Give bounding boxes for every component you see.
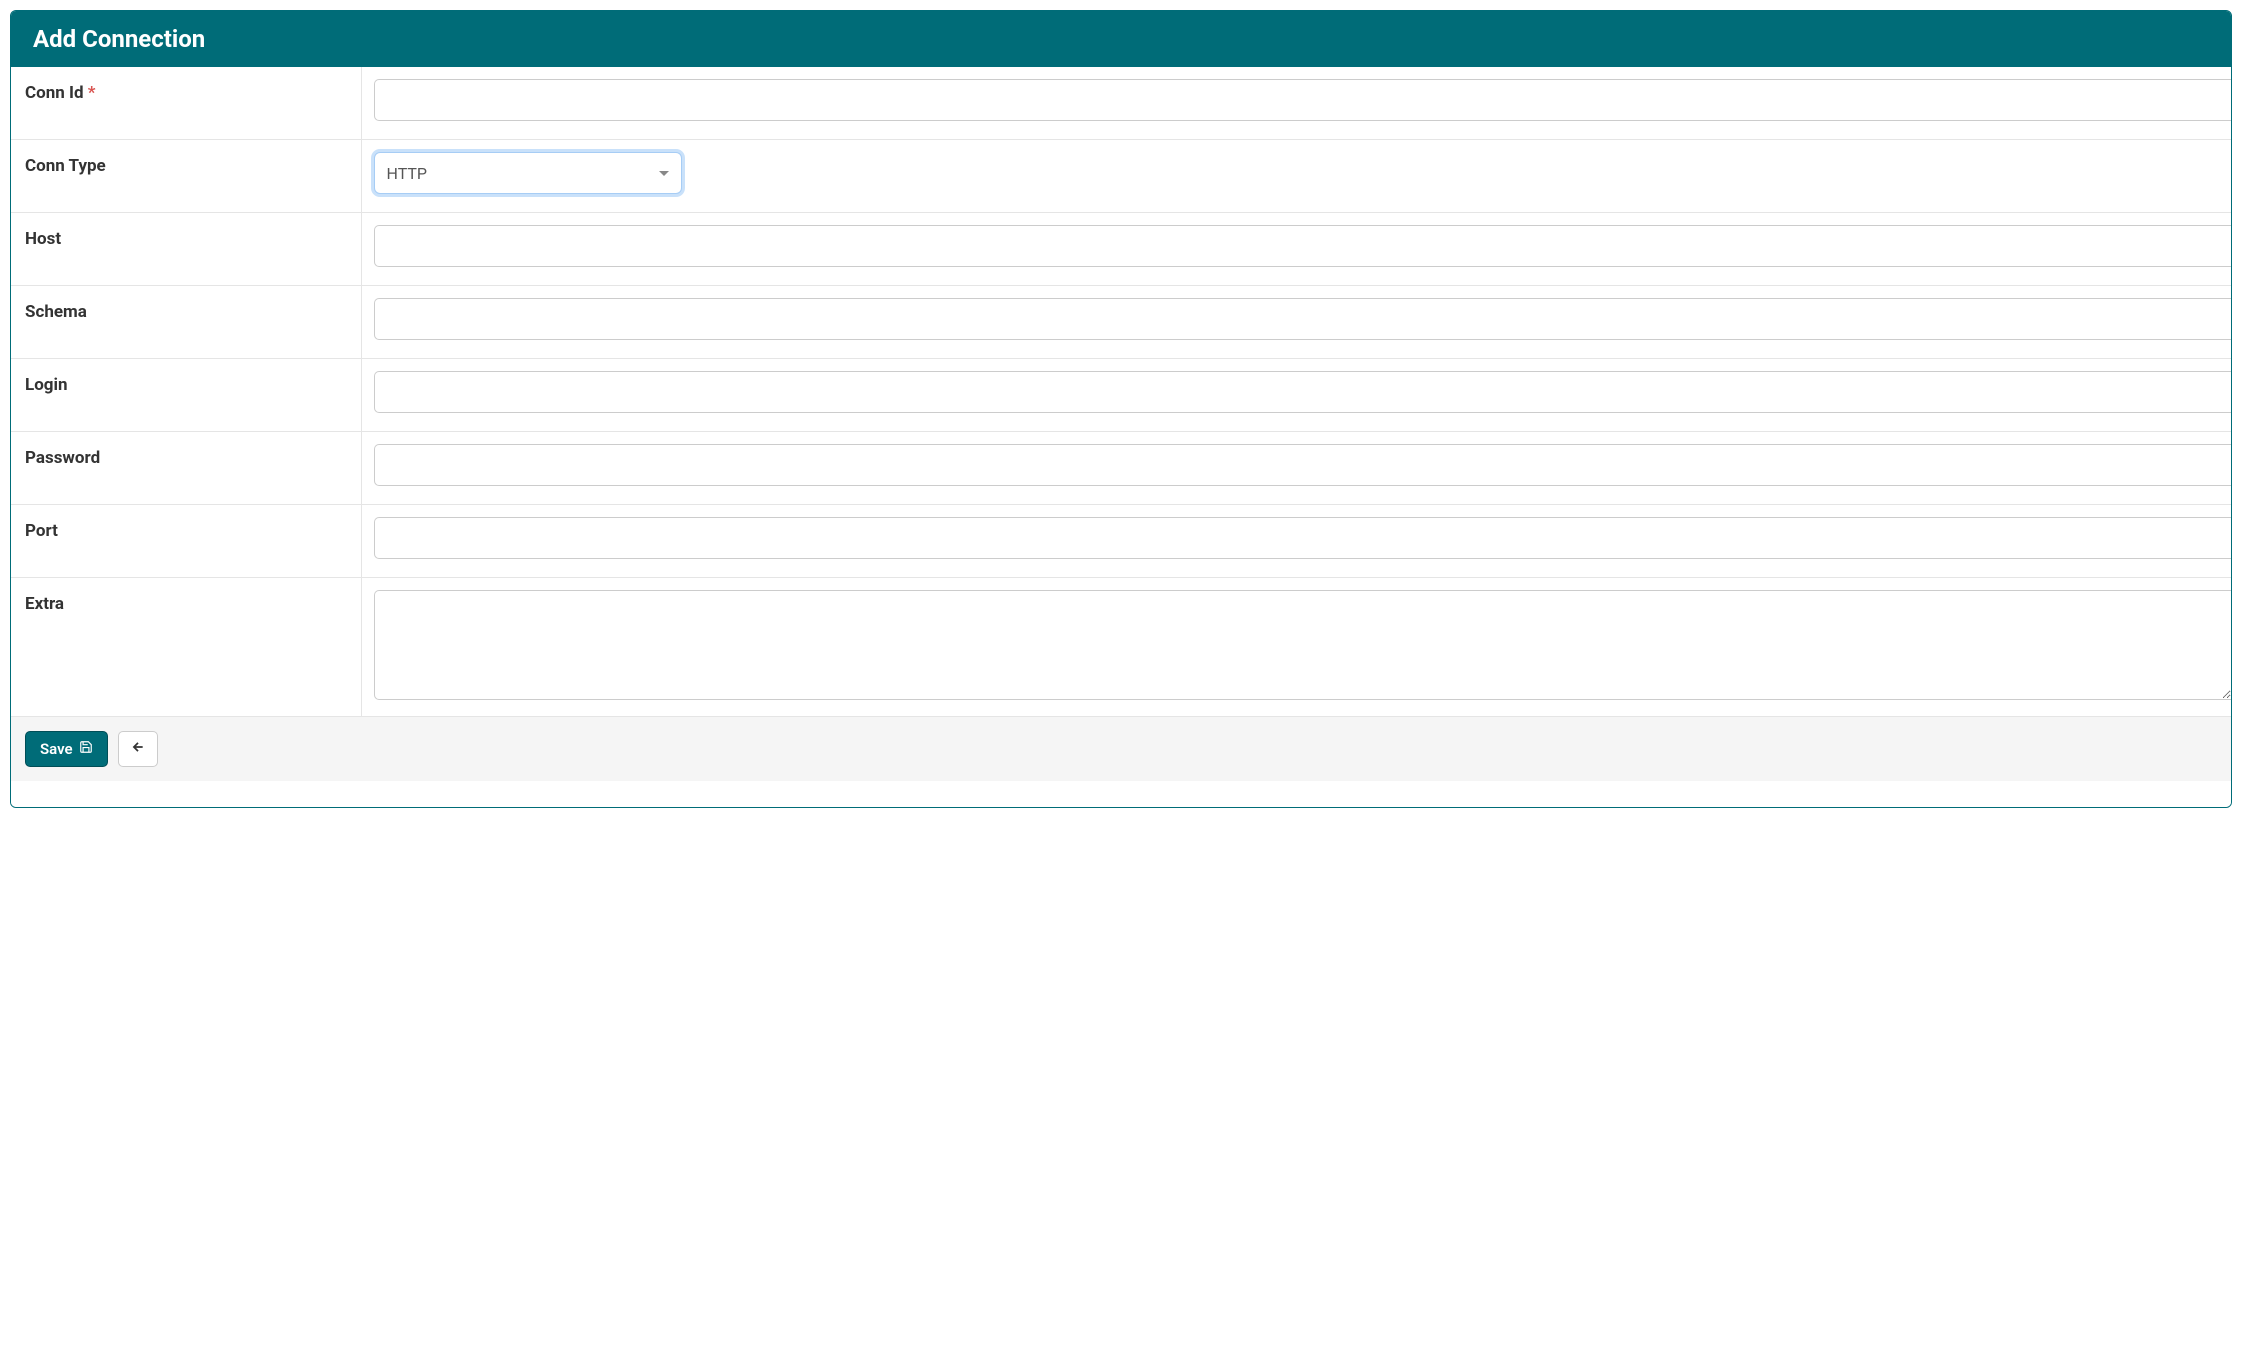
label-conn-id-text: Conn Id	[25, 83, 84, 103]
label-password: Password	[11, 432, 361, 505]
chevron-down-icon	[659, 171, 669, 176]
form-table: Conn Id * Conn Type HTTP Host	[11, 67, 2231, 716]
label-login: Login	[11, 359, 361, 432]
conn-type-selected: HTTP	[387, 164, 428, 183]
row-conn-type: Conn Type HTTP	[11, 140, 2231, 213]
add-connection-panel: Add Connection Conn Id * Conn Type HTTP	[10, 10, 2232, 808]
label-host: Host	[11, 213, 361, 286]
required-mark: *	[88, 83, 96, 103]
conn-type-select[interactable]: HTTP	[374, 152, 682, 194]
label-schema: Schema	[11, 286, 361, 359]
label-port: Port	[11, 505, 361, 578]
row-login: Login	[11, 359, 2231, 432]
arrow-left-icon	[131, 740, 145, 758]
port-input[interactable]	[374, 517, 2232, 559]
panel-bottom-gap	[11, 781, 2231, 807]
row-extra: Extra	[11, 578, 2231, 717]
row-schema: Schema	[11, 286, 2231, 359]
row-port: Port	[11, 505, 2231, 578]
row-password: Password	[11, 432, 2231, 505]
panel-footer: Save	[11, 716, 2231, 781]
save-button-label: Save	[40, 740, 73, 758]
save-icon	[79, 740, 93, 758]
label-conn-id: Conn Id *	[11, 67, 361, 140]
back-button[interactable]	[118, 731, 158, 767]
label-extra: Extra	[11, 578, 361, 717]
password-input[interactable]	[374, 444, 2232, 486]
host-input[interactable]	[374, 225, 2232, 267]
extra-input[interactable]	[374, 590, 2232, 700]
login-input[interactable]	[374, 371, 2232, 413]
row-host: Host	[11, 213, 2231, 286]
panel-title: Add Connection	[11, 11, 2231, 67]
row-conn-id: Conn Id *	[11, 67, 2231, 140]
schema-input[interactable]	[374, 298, 2232, 340]
conn-id-input[interactable]	[374, 79, 2232, 121]
label-conn-type: Conn Type	[11, 140, 361, 213]
save-button[interactable]: Save	[25, 731, 108, 767]
